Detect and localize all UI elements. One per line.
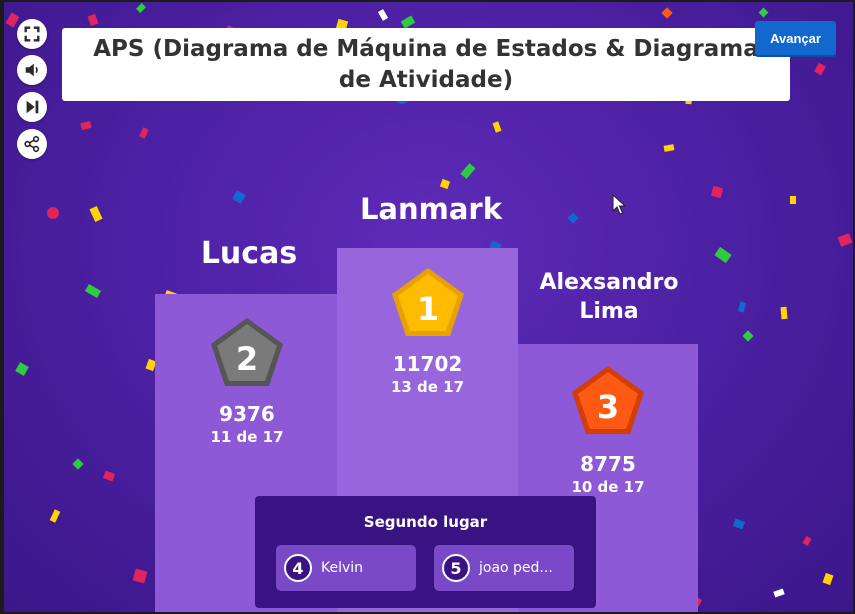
runner-up-rank: 5 <box>442 554 470 582</box>
runner-up-rank: 4 <box>284 554 312 582</box>
runner-up-name: joao ped... <box>479 560 553 576</box>
runners-up-title: Segundo lugar <box>363 513 488 531</box>
fullscreen-icon <box>24 26 40 42</box>
skip-button[interactable] <box>17 92 47 122</box>
volume-icon <box>25 63 38 77</box>
third-place-badge-icon: 3 <box>572 366 644 434</box>
skip-icon <box>26 100 39 114</box>
results-screen: APS (Diagrama de Máquina de Estados & Di… <box>4 2 853 612</box>
runners-up-panel: Segundo lugar 4 Kelvin 5 joao ped... <box>255 496 596 608</box>
fullscreen-button[interactable] <box>17 19 47 49</box>
quiz-title: APS (Diagrama de Máquina de Estados & Di… <box>93 35 759 93</box>
runner-up-card: 5 joao ped... <box>434 545 574 591</box>
first-place-rank: 1 <box>416 290 438 328</box>
mouse-cursor-icon <box>612 194 626 215</box>
second-place-badge-icon: 2 <box>211 318 283 386</box>
second-place-rank: 2 <box>236 340 258 378</box>
quiz-title-banner: APS (Diagrama de Máquina de Estados & Di… <box>62 28 790 101</box>
volume-button[interactable] <box>17 55 47 85</box>
third-place-name: Alexsandro Lima <box>539 270 679 324</box>
second-place-score: 9376 <box>219 402 275 426</box>
first-place-correct: 13 de 17 <box>390 378 465 396</box>
runner-up-name: Kelvin <box>321 560 364 576</box>
third-place-correct: 10 de 17 <box>571 478 645 496</box>
runner-up-card: 4 Kelvin <box>276 545 416 591</box>
first-place-name: Lanmark <box>359 192 503 226</box>
share-icon <box>24 135 40 153</box>
third-place-score: 8775 <box>580 452 636 476</box>
first-place-score: 11702 <box>392 352 463 376</box>
third-place-rank: 3 <box>597 388 619 426</box>
share-button[interactable] <box>17 129 47 159</box>
second-place-name: Lucas <box>200 236 298 271</box>
first-place-badge-icon: 1 <box>391 268 464 336</box>
next-button[interactable]: Avançar <box>755 21 836 55</box>
second-place-correct: 11 de 17 <box>210 428 284 446</box>
